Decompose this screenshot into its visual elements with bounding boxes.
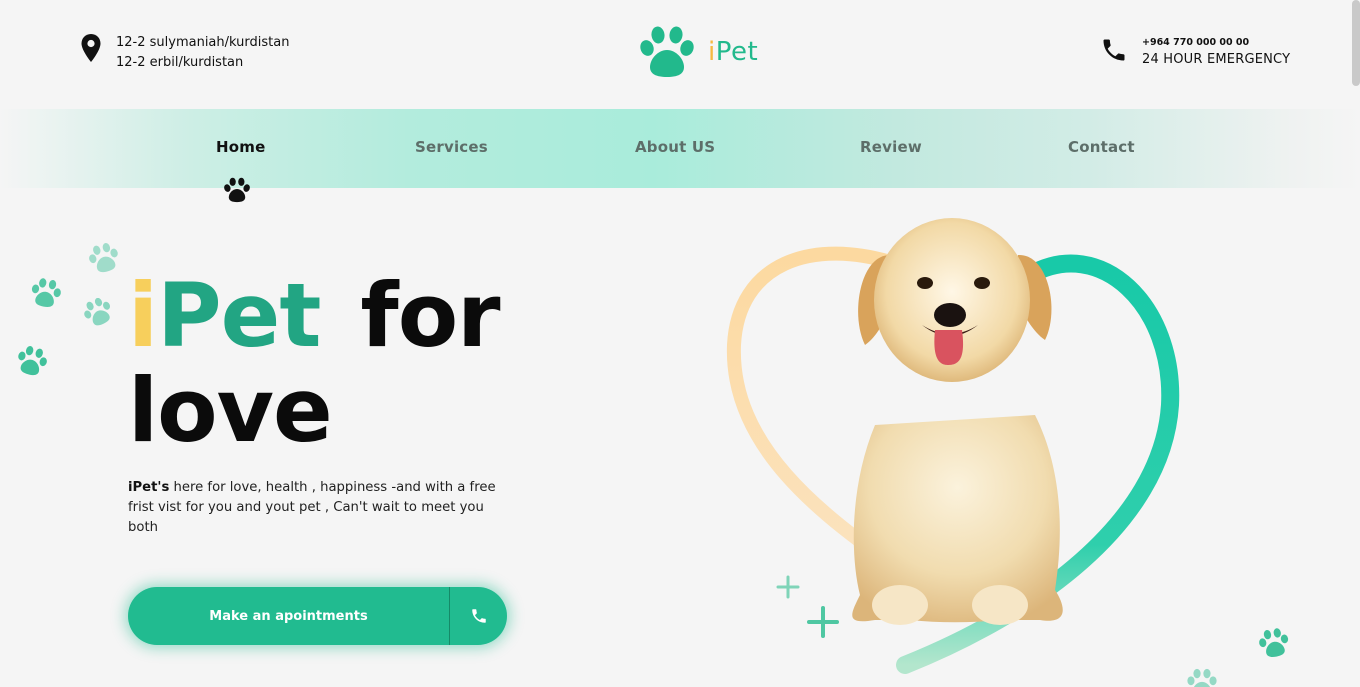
location-pin-icon bbox=[81, 34, 101, 62]
hero-description-brand: iPet's bbox=[128, 480, 170, 495]
address-line-2: 12-2 erbil/kurdistan bbox=[116, 55, 244, 70]
nav-item-about-us[interactable]: About US bbox=[635, 138, 715, 156]
hero-title-pet: Pet bbox=[157, 264, 321, 367]
hero-title-i: i bbox=[128, 264, 158, 367]
hero-title-love: love bbox=[128, 359, 333, 462]
make-appointment-label: Make an apointments bbox=[209, 608, 368, 624]
call-button[interactable] bbox=[450, 587, 507, 645]
scrollbar-thumb[interactable] bbox=[1352, 0, 1360, 86]
hero-title-for: for bbox=[360, 264, 500, 367]
logo-wordmark: iPet bbox=[708, 37, 758, 67]
phone-icon bbox=[1103, 39, 1125, 61]
paw-icon bbox=[640, 26, 694, 77]
decorative-paw-icon bbox=[84, 298, 111, 326]
logo-letters-pet: Pet bbox=[715, 37, 759, 67]
address-block: 12-2 sulymaniah/kurdistan 12-2 erbil/kur… bbox=[80, 33, 289, 73]
emergency-contact[interactable]: +964 770 000 00 00 24 HOUR EMERGENCY bbox=[1100, 36, 1290, 70]
active-nav-paw-icon bbox=[224, 177, 250, 203]
emergency-label: 24 HOUR EMERGENCY bbox=[1142, 52, 1291, 67]
hero-puppy-image bbox=[726, 218, 1180, 674]
nav-item-contact[interactable]: Contact bbox=[1068, 138, 1135, 156]
decorative-paw-icon bbox=[18, 346, 47, 376]
logo-letter-i: i bbox=[708, 37, 716, 67]
site-logo[interactable]: iPet bbox=[638, 26, 758, 78]
nav-item-home[interactable]: Home bbox=[216, 138, 265, 156]
decorative-paw-icon bbox=[89, 243, 118, 273]
hero-description: iPet's here for love, health , happiness… bbox=[128, 478, 508, 538]
make-appointment-button[interactable]: Make an apointments bbox=[128, 587, 507, 645]
main-nav: Home Services About US Review Contact bbox=[0, 109, 1360, 188]
hero-title: iPet for love bbox=[128, 268, 501, 462]
nav-item-services[interactable]: Services bbox=[415, 138, 488, 156]
decorative-paw-icon bbox=[1259, 628, 1289, 657]
address-line-1: 12-2 sulymaniah/kurdistan bbox=[116, 35, 290, 50]
landing-page: 12-2 sulymaniah/kurdistan 12-2 erbil/kur… bbox=[0, 0, 1360, 687]
hero-description-text: here for love, health , happiness -and w… bbox=[128, 480, 496, 535]
nav-item-review[interactable]: Review bbox=[860, 138, 922, 156]
decorative-paw-icon bbox=[31, 278, 61, 307]
phone-icon bbox=[471, 609, 486, 623]
emergency-number: +964 770 000 00 00 bbox=[1142, 37, 1250, 48]
